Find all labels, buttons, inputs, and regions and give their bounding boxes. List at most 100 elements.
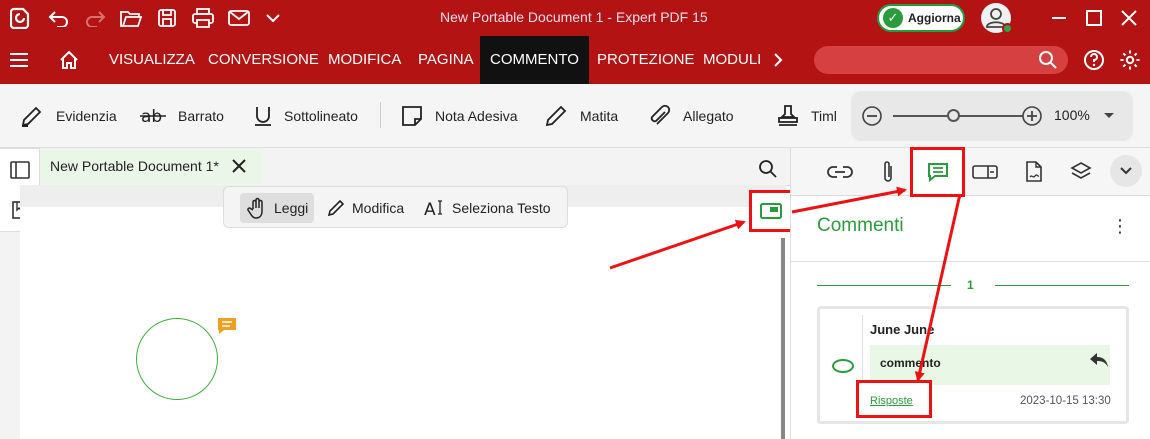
form-field-icon bbox=[972, 165, 998, 179]
pencil-tool[interactable]: Matita bbox=[544, 84, 618, 148]
replies-link-label[interactable]: Risposte bbox=[870, 395, 913, 407]
gear-icon[interactable] bbox=[1119, 49, 1141, 71]
tab-attachments[interactable] bbox=[873, 158, 903, 186]
menu-item-commento[interactable]: COMMENTO bbox=[480, 36, 589, 84]
divider-line bbox=[817, 285, 951, 286]
menu-item-protezione[interactable]: PROTEZIONE bbox=[597, 36, 695, 84]
menu-item-pagina[interactable]: PAGINA bbox=[418, 36, 474, 84]
menu-item-visualizza[interactable]: VISUALIZZA bbox=[109, 36, 195, 84]
avatar[interactable] bbox=[981, 3, 1013, 34]
menu-bar: VISUALIZZA CONVERSIONE MODIFICA PAGINA C… bbox=[0, 36, 1150, 84]
edit-mode-label: Modifica bbox=[352, 200, 405, 216]
undo-icon[interactable] bbox=[48, 7, 70, 29]
right-panel-tabs bbox=[791, 147, 1150, 197]
zoom-slider-handle[interactable] bbox=[947, 109, 960, 122]
close-tab-icon[interactable] bbox=[229, 156, 249, 176]
online-status-icon bbox=[1002, 23, 1013, 34]
stamp-tool-label: Timl bbox=[811, 108, 837, 124]
replies-link[interactable]: Risposte bbox=[856, 380, 932, 418]
chevron-right-icon[interactable] bbox=[772, 53, 784, 67]
menu-item-moduli[interactable]: MODULI bbox=[703, 36, 761, 84]
ribbon-toolbar: Evidenzia ab Barrato Sottolineato Nota A… bbox=[0, 84, 1150, 148]
update-button-label: Aggiorna bbox=[908, 11, 961, 25]
more-tabs-button[interactable] bbox=[1110, 155, 1142, 187]
comment-text: commento bbox=[880, 356, 941, 370]
minimize-icon[interactable] bbox=[1047, 6, 1071, 30]
sticky-note-tool[interactable]: Nota Adesiva bbox=[401, 84, 518, 148]
read-mode-label: Leggi bbox=[274, 200, 309, 216]
redo-icon[interactable] bbox=[84, 7, 106, 29]
chevron-down-icon[interactable] bbox=[265, 7, 281, 29]
document-scrollbar[interactable] bbox=[781, 238, 785, 439]
menu-item-modifica[interactable]: MODIFICA bbox=[328, 36, 401, 84]
pencil-icon bbox=[327, 199, 345, 217]
document-tab[interactable]: New Portable Document 1* bbox=[40, 148, 263, 184]
title-bar: New Portable Document 1 - Expert PDF 15 … bbox=[0, 0, 1150, 36]
highlighter-icon bbox=[21, 106, 42, 127]
check-icon: ✓ bbox=[883, 8, 903, 28]
zoom-out-icon[interactable] bbox=[861, 105, 883, 127]
menu-item-conversione[interactable]: CONVERSIONE bbox=[208, 36, 319, 84]
page-group-header: 1 bbox=[817, 278, 1129, 294]
comments-panel-toggle[interactable] bbox=[749, 190, 793, 232]
underline-tool[interactable]: Sottolineato bbox=[252, 84, 358, 148]
divider-line bbox=[995, 285, 1129, 286]
document-search-button[interactable] bbox=[753, 154, 783, 184]
highlight-tool-label: Evidenzia bbox=[56, 108, 117, 124]
hamburger-icon[interactable] bbox=[9, 51, 29, 69]
pencil-icon bbox=[545, 105, 567, 127]
mail-icon[interactable] bbox=[228, 7, 250, 29]
close-icon[interactable] bbox=[1117, 6, 1141, 30]
comment-note-icon[interactable] bbox=[217, 317, 237, 335]
stamp-tool[interactable]: Timl bbox=[775, 84, 837, 148]
ellipse-annotation-icon bbox=[832, 359, 854, 373]
paperclip-icon bbox=[884, 161, 892, 182]
sticky-note-tool-label: Nota Adesiva bbox=[435, 108, 518, 124]
ribbon-divider bbox=[380, 102, 381, 128]
save-icon[interactable] bbox=[157, 7, 177, 29]
ellipse-annotation[interactable] bbox=[136, 318, 218, 400]
highlight-tool[interactable]: Evidenzia bbox=[20, 84, 117, 148]
tab-fields[interactable] bbox=[970, 158, 1000, 186]
page-number: 1 bbox=[967, 278, 974, 292]
reply-icon[interactable] bbox=[1088, 351, 1110, 369]
chevron-down-icon bbox=[1120, 167, 1132, 175]
help-icon[interactable] bbox=[1083, 49, 1105, 71]
sticky-note-icon bbox=[402, 106, 422, 126]
link-icon bbox=[827, 166, 853, 178]
zoom-dropdown-icon[interactable] bbox=[1103, 112, 1115, 120]
card-divider bbox=[862, 315, 863, 385]
print-icon[interactable] bbox=[192, 7, 214, 29]
comment-bubble[interactable]: commento bbox=[870, 345, 1110, 385]
select-text-button[interactable]: A Seleziona Testo bbox=[418, 193, 557, 223]
tab-layers[interactable] bbox=[1066, 158, 1096, 186]
hand-icon bbox=[247, 197, 263, 219]
panel-toggle-icon[interactable] bbox=[10, 161, 30, 179]
maximize-icon[interactable] bbox=[1082, 6, 1106, 30]
home-icon[interactable] bbox=[58, 49, 80, 71]
tab-signatures[interactable] bbox=[1019, 158, 1049, 186]
tab-comments[interactable] bbox=[910, 147, 965, 197]
read-mode-button[interactable]: Leggi bbox=[240, 193, 315, 223]
document-mode-toolbar: Leggi Modifica A Seleziona Testo bbox=[223, 186, 568, 228]
zoom-level[interactable]: 100% bbox=[1054, 107, 1090, 123]
more-options-icon[interactable]: ⋮ bbox=[1111, 216, 1129, 237]
search-input[interactable] bbox=[814, 46, 1068, 74]
strikethrough-tool[interactable]: ab Barrato bbox=[140, 84, 224, 148]
zoom-in-icon[interactable] bbox=[1021, 105, 1043, 127]
svg-text:ab: ab bbox=[141, 107, 162, 127]
text-cursor-icon: A bbox=[424, 200, 442, 218]
comment-card[interactable]: June June commento Risposte 2023-10-15 1… bbox=[817, 306, 1129, 424]
panel-right-icon bbox=[760, 203, 782, 219]
tab-links[interactable] bbox=[825, 158, 855, 186]
edit-mode-button[interactable]: Modifica bbox=[320, 193, 410, 223]
window-title: New Portable Document 1 - Expert PDF 15 bbox=[440, 9, 708, 25]
attachment-tool[interactable]: Allegato bbox=[647, 84, 734, 148]
panel-divider bbox=[791, 261, 1150, 262]
update-button[interactable]: ✓ Aggiorna bbox=[877, 4, 965, 32]
open-folder-icon[interactable] bbox=[120, 7, 142, 29]
comment-icon bbox=[927, 163, 948, 182]
strikethrough-icon: ab bbox=[140, 107, 166, 127]
pencil-tool-label: Matita bbox=[580, 108, 619, 124]
paperclip-icon bbox=[650, 104, 671, 125]
